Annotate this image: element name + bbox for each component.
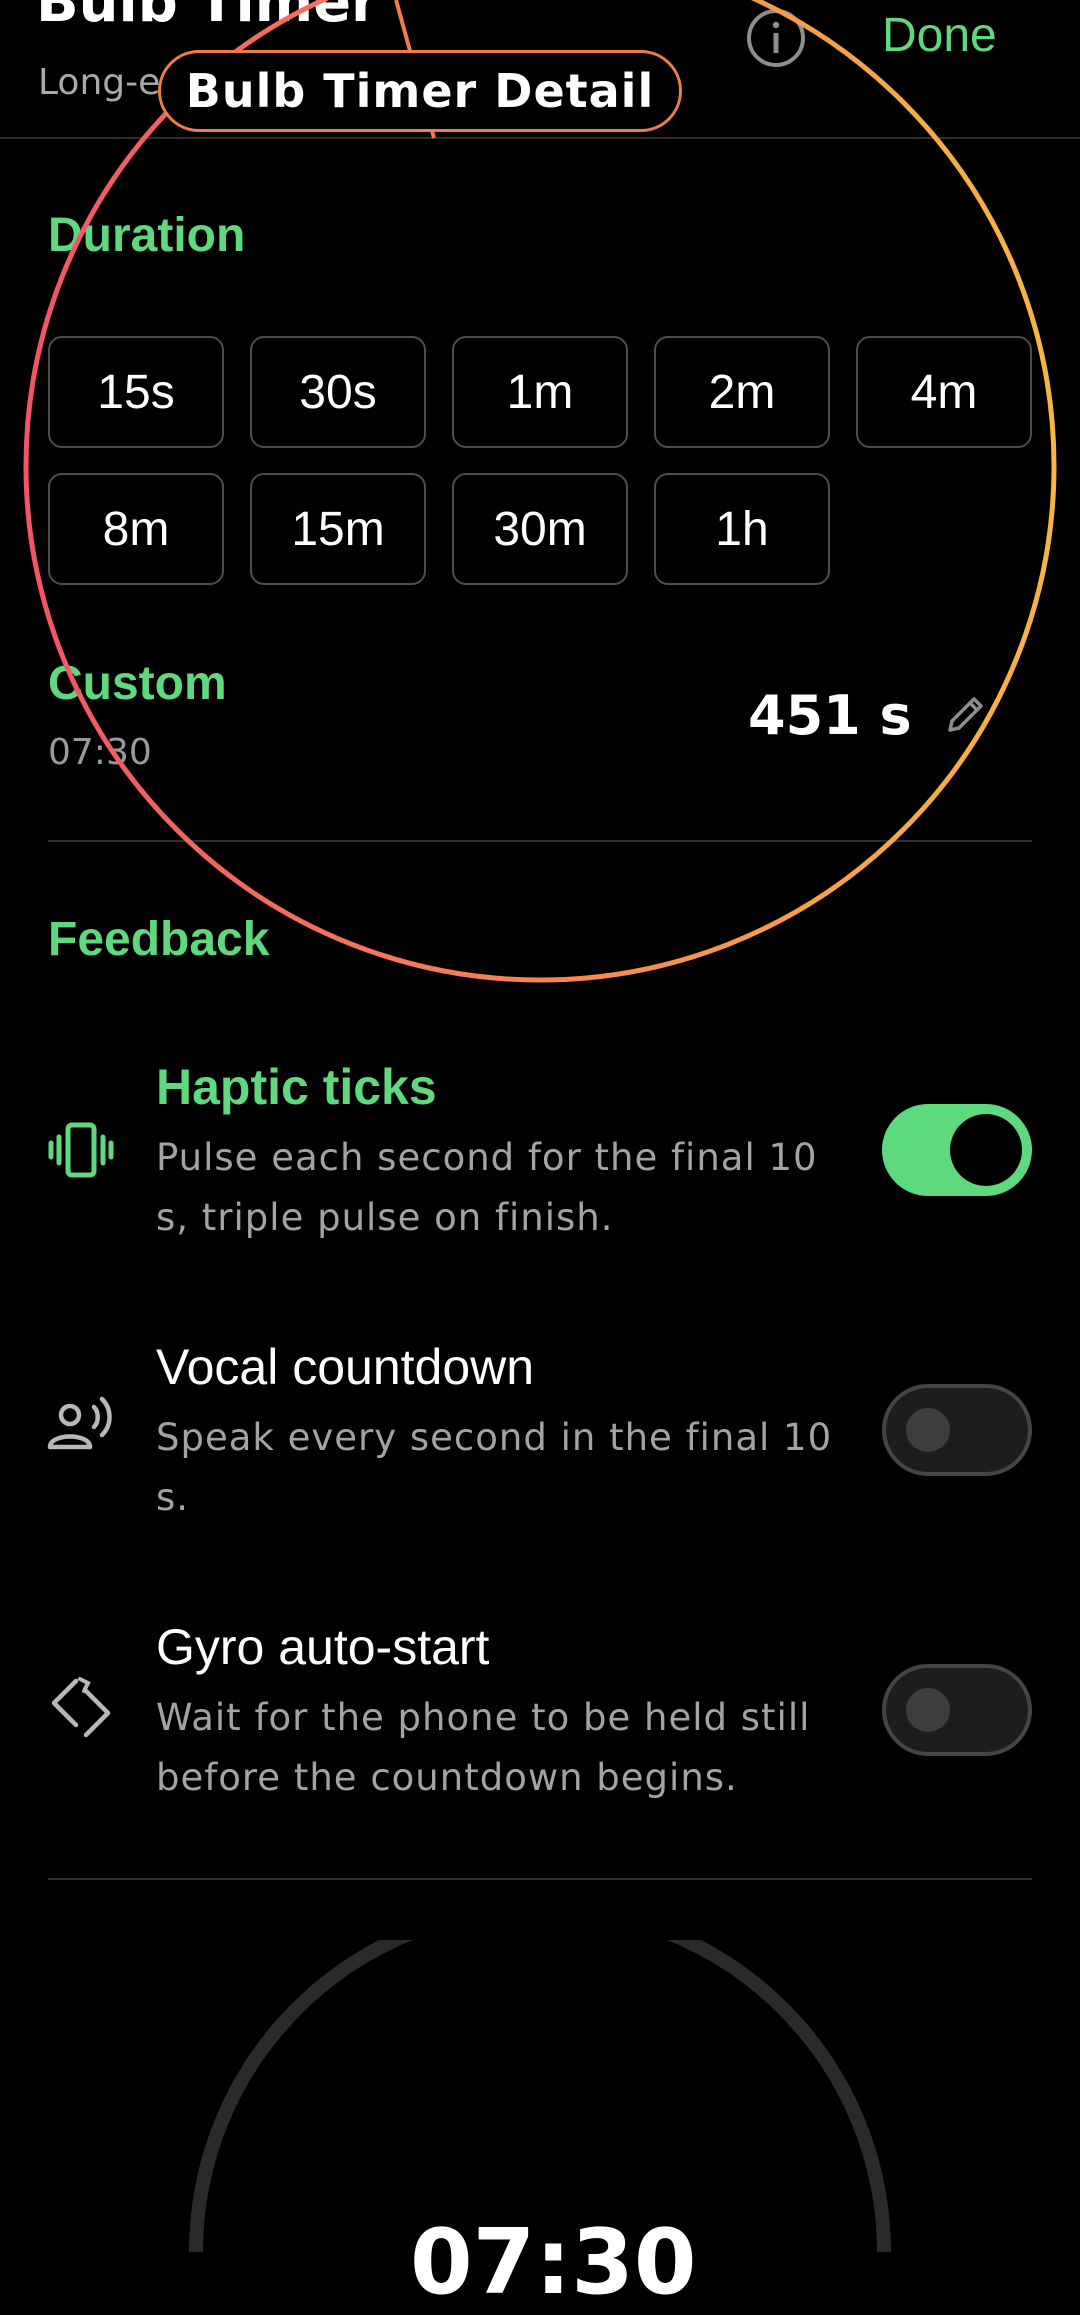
annotation-label: Bulb Timer Detail — [158, 50, 682, 132]
duration-chip-15m[interactable]: 15m — [250, 473, 426, 585]
section-divider — [48, 840, 1032, 842]
duration-chip-4m[interactable]: 4m — [856, 336, 1032, 448]
toggle-knob — [906, 1688, 950, 1732]
duration-chip-1h[interactable]: 1h — [654, 473, 830, 585]
haptic-ticks-toggle[interactable] — [882, 1104, 1032, 1196]
toggle-knob — [950, 1114, 1022, 1186]
app-title: Bulb Timer — [36, 0, 379, 35]
duration-chip-8m[interactable]: 8m — [48, 473, 224, 585]
done-button[interactable]: Done — [882, 8, 997, 63]
haptic-ticks-description: Pulse each second for the final 10 s, tr… — [156, 1136, 818, 1239]
timer-progress-ring — [189, 1940, 891, 2252]
voice-icon — [47, 1396, 112, 1450]
pencil-icon[interactable] — [942, 690, 990, 738]
gyro-auto-start-title: Gyro auto-start — [156, 1619, 490, 1675]
duration-chip-2m[interactable]: 2m — [654, 336, 830, 448]
header-divider — [0, 137, 1080, 139]
timer-countdown-display: 07:30 — [410, 2210, 697, 2315]
feedback-heading: Feedback — [48, 913, 270, 966]
vocal-countdown-title: Vocal countdown — [156, 1339, 535, 1395]
duration-chip-15s[interactable]: 15s — [48, 336, 224, 448]
custom-seconds-value[interactable]: 451 s — [748, 684, 912, 747]
vibration-icon — [48, 1122, 114, 1178]
vocal-countdown-toggle[interactable] — [882, 1384, 1032, 1476]
toggle-knob — [906, 1408, 950, 1452]
gyro-auto-start-description: Wait for the phone to be held still befo… — [156, 1696, 811, 1799]
duration-chip-1m[interactable]: 1m — [452, 336, 628, 448]
duration-chip-30m[interactable]: 30m — [452, 473, 628, 585]
custom-heading: Custom — [48, 657, 227, 710]
gyro-auto-start-toggle[interactable] — [882, 1664, 1032, 1756]
info-icon[interactable] — [744, 6, 808, 70]
section-divider — [48, 1878, 1032, 1880]
duration-chip-30s[interactable]: 30s — [250, 336, 426, 448]
rotate-icon — [51, 1677, 111, 1738]
haptic-ticks-title: Haptic ticks — [156, 1059, 437, 1115]
app-subtitle: Long-e — [38, 62, 161, 103]
duration-heading: Duration — [48, 209, 246, 262]
vocal-countdown-description: Speak every second in the final 10 s. — [156, 1416, 833, 1519]
custom-time: 07:30 — [48, 732, 152, 773]
